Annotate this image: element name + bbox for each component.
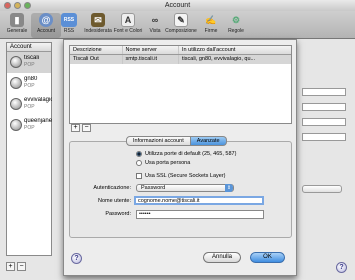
table-cell: tiscali, gn80, evvivalagio, qu... [182, 56, 256, 62]
preferences-window: Account ▮ Generale @ Account RSS RSS ✉ Indes… [0, 0, 355, 280]
toolbar-generale-label: Generale [6, 28, 28, 34]
tab-informazioni-account[interactable]: Informazioni account [126, 136, 191, 146]
account-type: POP [24, 125, 35, 131]
toolbar-regole-label: Regole [228, 28, 244, 34]
toolbar-composizione-label: Composizione [165, 28, 197, 34]
help-button[interactable]: ? [71, 253, 82, 264]
column-header[interactable]: In utilizzo dall'account [179, 46, 291, 54]
background-field [302, 118, 346, 126]
mail-account-icon [10, 77, 22, 89]
password-field[interactable]: •••••• [136, 210, 264, 219]
account-add-remove: + − [6, 262, 26, 271]
account-item-queenjane80[interactable]: queenjane80POP [7, 115, 52, 136]
remove-server-button[interactable]: − [82, 124, 91, 132]
tab-avanzate[interactable]: Avanzate [190, 136, 227, 146]
account-name: evvivalagio [24, 97, 52, 103]
custom-port-label: Usa porta persona [145, 160, 191, 166]
smtp-server-sheet: Descrizione Nome server In utilizzo dall… [63, 39, 297, 276]
account-name: gn80 [24, 76, 38, 82]
toolbar-composizione[interactable]: ✎ Composizione [163, 13, 199, 34]
add-account-button[interactable]: + [6, 262, 15, 271]
at-icon: @ [39, 13, 53, 27]
accounts-header: Account [7, 43, 51, 52]
table-header: Descrizione Nome server In utilizzo dall… [70, 46, 291, 55]
account-name: queenjane80 [24, 118, 52, 124]
chevron-updown-icon: ⇕ [225, 184, 233, 192]
toolbar-font-colori[interactable]: A Font e Colori [113, 13, 143, 34]
window-title: Account [164, 2, 191, 9]
toolbar-generale[interactable]: ▮ Generale [2, 13, 32, 34]
ok-button[interactable]: OK [250, 252, 285, 263]
help-button[interactable]: ? [336, 262, 347, 273]
toolbar-indesiderata-label: Indesiderata [84, 28, 112, 34]
account-type: POP [24, 62, 35, 68]
title-bar: Account [0, 0, 355, 11]
toolbar-rss[interactable]: RSS RSS [54, 13, 84, 34]
signature-icon: ✍ [205, 14, 217, 25]
mail-account-icon [10, 98, 22, 110]
background-field [302, 133, 346, 141]
server-add-remove: + − [71, 124, 91, 132]
table-cell: smtp.tiscali.it [123, 55, 180, 64]
background-field [302, 88, 346, 96]
mail-account-icon [10, 56, 22, 68]
default-ports-label: Utilizza porte di default (25, 465, 587) [145, 151, 237, 157]
account-item-tiscali[interactable]: tiscali POP [7, 52, 51, 73]
auth-label: Autenticazione: [93, 185, 131, 191]
remove-account-button[interactable]: − [17, 262, 26, 271]
add-server-button[interactable]: + [71, 124, 80, 132]
accounts-sidebar: Account tiscali POP gn80 POP evvivalagio PO… [6, 42, 52, 256]
column-header[interactable]: Nome server [123, 46, 180, 54]
auth-select[interactable]: Password ⇕ [136, 184, 234, 192]
smtp-server-table: Descrizione Nome server In utilizzo dall… [69, 45, 292, 124]
account-type: POP [24, 104, 35, 110]
checkbox-icon [136, 173, 142, 179]
account-item-evvivalagio[interactable]: evvivalagio POP [7, 94, 52, 115]
toolbar-firme-label: Firme [204, 28, 218, 34]
account-type: POP [24, 83, 35, 89]
rss-icon: RSS [61, 13, 77, 27]
switch-icon: ▮ [10, 13, 24, 27]
compose-icon: ✎ [174, 13, 188, 27]
cancel-button[interactable]: Annulla [203, 252, 241, 263]
tab-bar: Informazioni account Avanzate [126, 136, 227, 146]
toolbar: ▮ Generale @ Account RSS RSS ✉ Indesiderata … [0, 11, 355, 39]
radio-icon [136, 160, 142, 166]
table-row[interactable]: Tiscali Out smtp.tiscali.it tiscali, gn8… [70, 55, 291, 64]
background-popup [302, 185, 342, 193]
default-ports-radio[interactable]: Utilizza porte di default (25, 465, 587) [136, 151, 236, 157]
custom-port-radio[interactable]: Usa porta persona [136, 160, 190, 166]
radio-selected-icon [136, 151, 142, 157]
toolbar-account-label: Account [36, 28, 56, 34]
minimize-window-button[interactable] [14, 2, 21, 9]
background-field [302, 103, 346, 111]
table-cell: Tiscali Out [70, 55, 123, 64]
ssl-label: Usa SSL (Secure Sockets Layer) [145, 173, 226, 179]
rules-icon: ⚙ [231, 14, 241, 25]
close-window-button[interactable] [4, 2, 11, 9]
auth-value: Password [141, 185, 166, 191]
toolbar-indesiderata[interactable]: ✉ Indesiderata [83, 13, 113, 34]
glasses-icon: ∞ [151, 15, 159, 25]
toolbar-font-colori-label: Font e Colori [113, 28, 143, 34]
username-field[interactable]: cognome.nome@tiscali.it [134, 196, 264, 205]
password-label: Password: [105, 211, 131, 217]
column-header[interactable]: Descrizione [70, 46, 123, 54]
junk-icon: ✉ [91, 13, 105, 27]
toolbar-vista-label: Vista [149, 28, 161, 34]
mail-account-icon [10, 119, 22, 131]
font-icon: A [121, 13, 135, 27]
username-label: Nome utente: [97, 198, 131, 204]
window-controls [4, 2, 31, 9]
toolbar-regole[interactable]: ⚙ Regole [221, 13, 251, 35]
toolbar-rss-label: RSS [63, 28, 75, 34]
ssl-checkbox[interactable]: Usa SSL (Secure Sockets Layer) [136, 173, 226, 179]
zoom-window-button[interactable] [24, 2, 31, 9]
account-item-gn80[interactable]: gn80 POP [7, 73, 51, 94]
account-name: tiscali [24, 55, 40, 61]
